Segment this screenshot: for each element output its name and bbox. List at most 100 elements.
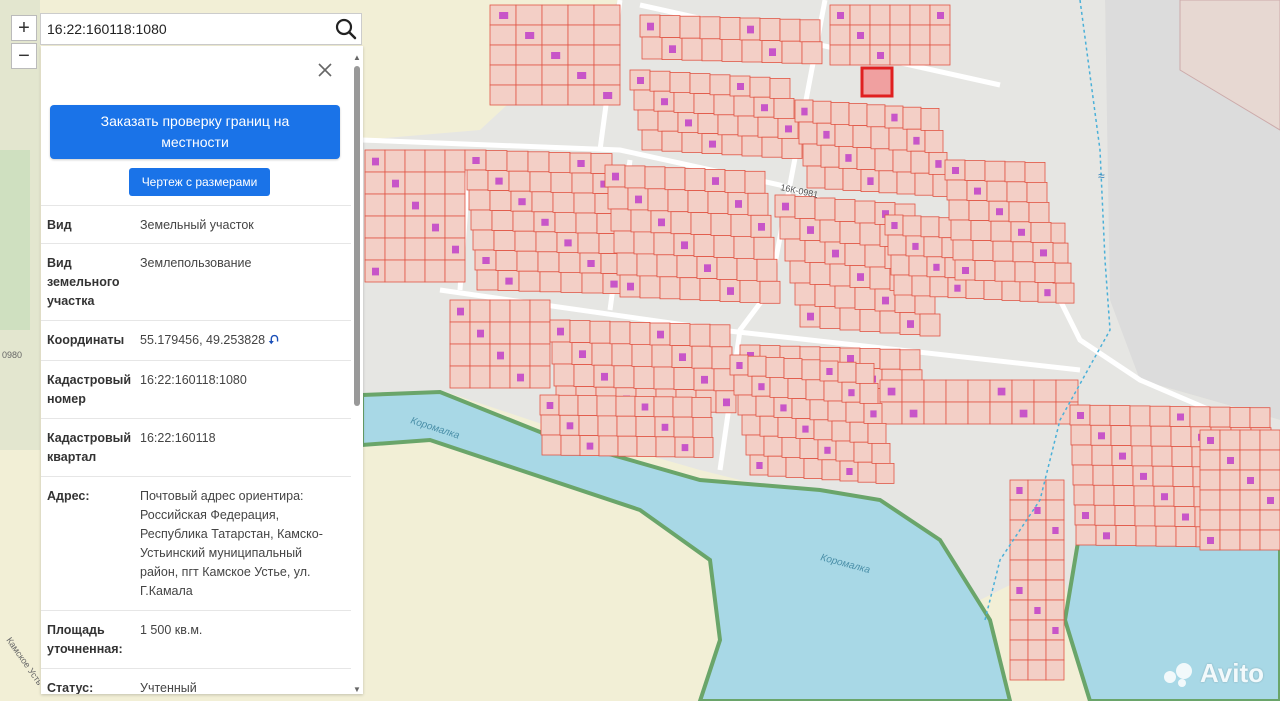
parcel[interactable] [869, 266, 891, 290]
parcel[interactable] [509, 343, 531, 367]
parcel[interactable] [1033, 401, 1057, 425]
parcel[interactable] [709, 324, 731, 348]
parcel[interactable] [581, 272, 604, 294]
parcel[interactable] [745, 434, 765, 456]
parcel[interactable] [1027, 639, 1047, 661]
parcel[interactable] [529, 343, 551, 367]
parcel[interactable] [1172, 466, 1194, 487]
parcel[interactable] [691, 396, 712, 418]
parcel[interactable] [814, 197, 836, 221]
parcel[interactable] [1034, 261, 1056, 283]
parcel[interactable] [1027, 559, 1047, 581]
parcel[interactable] [489, 24, 517, 46]
parcel[interactable] [609, 321, 631, 345]
parcel[interactable] [506, 150, 529, 172]
parcel[interactable] [801, 41, 823, 65]
parcel[interactable] [690, 212, 712, 236]
parcel[interactable] [701, 38, 723, 62]
parcel[interactable] [805, 379, 825, 401]
parcel[interactable] [879, 310, 901, 334]
parcel[interactable] [631, 343, 653, 367]
parcel[interactable] [781, 40, 803, 64]
parcel[interactable] [871, 442, 891, 464]
parcel[interactable] [794, 282, 816, 306]
parcel[interactable] [835, 440, 855, 462]
parcel[interactable] [737, 394, 757, 416]
parcel[interactable] [867, 422, 887, 444]
parcel[interactable] [424, 171, 446, 195]
parcel[interactable] [1055, 379, 1079, 403]
parcel[interactable] [1199, 469, 1221, 491]
parcel[interactable] [529, 321, 551, 345]
parcel[interactable] [945, 401, 969, 425]
parcel[interactable] [571, 172, 594, 194]
parcel[interactable] [856, 147, 876, 171]
parcel[interactable] [829, 44, 851, 66]
parcel[interactable] [558, 394, 579, 416]
parcel[interactable] [1149, 405, 1171, 427]
parcel[interactable] [659, 276, 681, 300]
parcel[interactable] [469, 299, 491, 323]
parcel[interactable] [1073, 484, 1095, 506]
parcel[interactable] [769, 376, 789, 398]
parcel[interactable] [384, 193, 406, 217]
parcel[interactable] [684, 168, 706, 192]
parcel[interactable] [879, 401, 903, 425]
parcel[interactable] [717, 114, 739, 136]
parcel[interactable] [444, 171, 466, 195]
parcel[interactable] [1027, 619, 1047, 641]
parcel[interactable] [1175, 526, 1197, 547]
parcel[interactable] [1028, 201, 1050, 223]
parcel[interactable] [844, 243, 866, 266]
parcel[interactable] [515, 44, 543, 66]
parcel[interactable] [713, 235, 735, 258]
parcel[interactable] [869, 24, 891, 46]
parcel[interactable] [404, 237, 426, 261]
parcel[interactable] [989, 401, 1013, 425]
parcel[interactable] [647, 188, 669, 212]
parcel[interactable] [914, 172, 934, 196]
parcel[interactable] [733, 95, 755, 117]
parcel[interactable] [424, 193, 446, 217]
parcel[interactable] [968, 200, 990, 222]
parcel[interactable] [567, 44, 595, 66]
parcel[interactable] [670, 211, 692, 235]
parcel[interactable] [673, 367, 695, 391]
parcel[interactable] [681, 131, 703, 153]
parcel[interactable] [809, 399, 829, 421]
parcel[interactable] [541, 4, 569, 26]
parcel[interactable] [791, 398, 811, 420]
parcel[interactable] [444, 215, 466, 239]
parcel[interactable] [489, 365, 511, 389]
parcel[interactable] [929, 24, 951, 46]
parcel[interactable] [1239, 529, 1261, 551]
parcel[interactable] [829, 24, 851, 46]
parcel[interactable] [902, 106, 922, 130]
parcel[interactable] [693, 436, 714, 458]
parcel[interactable] [444, 149, 466, 173]
parcel[interactable] [1071, 444, 1093, 466]
parcel[interactable] [1110, 425, 1132, 447]
parcel[interactable] [710, 213, 732, 236]
parcel[interactable] [855, 362, 875, 384]
parcel[interactable] [1001, 279, 1021, 301]
parcel[interactable] [673, 92, 695, 113]
selected-parcel[interactable] [860, 66, 894, 98]
parcel[interactable] [707, 191, 729, 214]
parcel[interactable] [681, 37, 703, 61]
parcel[interactable] [679, 15, 701, 39]
parcel[interactable] [874, 148, 894, 172]
parcel[interactable] [799, 19, 821, 43]
parcel[interactable] [798, 121, 818, 145]
parcel[interactable] [992, 240, 1014, 262]
parcel[interactable] [1027, 519, 1047, 541]
parcel[interactable] [633, 365, 655, 389]
parcel[interactable] [1171, 446, 1193, 467]
parcel[interactable] [1219, 529, 1241, 551]
parcel[interactable] [827, 400, 847, 422]
parcel[interactable] [896, 171, 916, 195]
parcel[interactable] [830, 102, 850, 125]
parcel[interactable] [821, 459, 841, 481]
parcel[interactable] [699, 278, 721, 302]
parcel[interactable] [539, 271, 562, 293]
